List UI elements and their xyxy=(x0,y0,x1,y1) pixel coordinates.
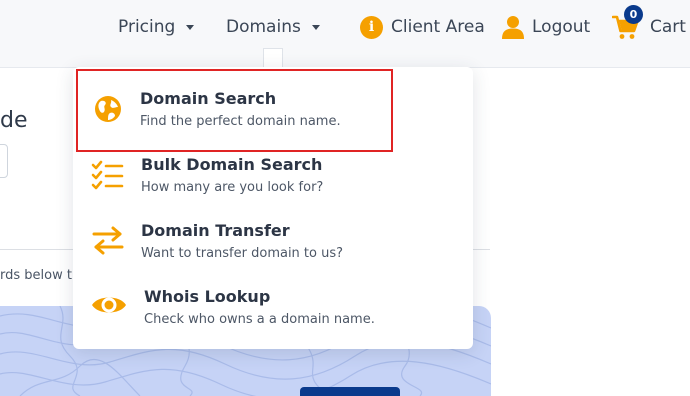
transfer-arrows-icon xyxy=(92,226,124,255)
nav-domains-menu[interactable]: Domains xyxy=(226,14,320,40)
checklist-icon xyxy=(91,160,124,190)
nav-pricing-label: Pricing xyxy=(118,17,176,37)
menu-item-title: Whois Lookup xyxy=(144,287,271,306)
menu-item-title: Domain Transfer xyxy=(141,221,290,240)
top-navigation-bar: Pricing Domains i Client Area Logout 0 C… xyxy=(0,0,690,68)
menu-item-subtitle: Check who owns a a domain name. xyxy=(144,312,375,327)
nav-cart-link[interactable]: 0 Cart xyxy=(611,5,686,40)
search-button[interactable] xyxy=(300,387,400,396)
eye-icon xyxy=(92,297,126,313)
chevron-down-icon xyxy=(186,24,195,30)
nav-pricing-menu[interactable]: Pricing xyxy=(118,14,195,40)
menu-item-bulk-domain-search[interactable]: Bulk Domain Search How many are you look… xyxy=(73,143,473,205)
nav-cart-label: Cart xyxy=(650,17,686,37)
menu-item-domain-transfer[interactable]: Domain Transfer Want to transfer domain … xyxy=(73,209,473,271)
domain-search-input[interactable] xyxy=(0,144,8,178)
menu-item-whois-lookup[interactable]: Whois Lookup Check who owns a a domain n… xyxy=(73,275,473,337)
menu-item-title: Bulk Domain Search xyxy=(141,155,323,174)
nav-client-area-link[interactable]: i Client Area xyxy=(360,14,485,40)
page-hint-text: rds below t xyxy=(0,268,72,283)
cart-count-badge: 0 xyxy=(624,5,643,24)
nav-client-area-label: Client Area xyxy=(391,17,485,37)
nav-logout-label: Logout xyxy=(532,17,591,37)
page-heading: de xyxy=(0,108,28,133)
info-icon: i xyxy=(360,15,383,39)
chevron-down-icon xyxy=(311,24,320,30)
user-icon xyxy=(502,16,524,39)
dropdown-pointer xyxy=(263,48,283,68)
cart-icon-wrapper: 0 xyxy=(611,5,643,40)
highlight-box xyxy=(76,69,393,152)
menu-item-subtitle: How many are you look for? xyxy=(141,180,324,195)
menu-item-subtitle: Want to transfer domain to us? xyxy=(141,246,344,261)
nav-logout-link[interactable]: Logout xyxy=(502,14,590,40)
nav-domains-label: Domains xyxy=(226,17,301,37)
